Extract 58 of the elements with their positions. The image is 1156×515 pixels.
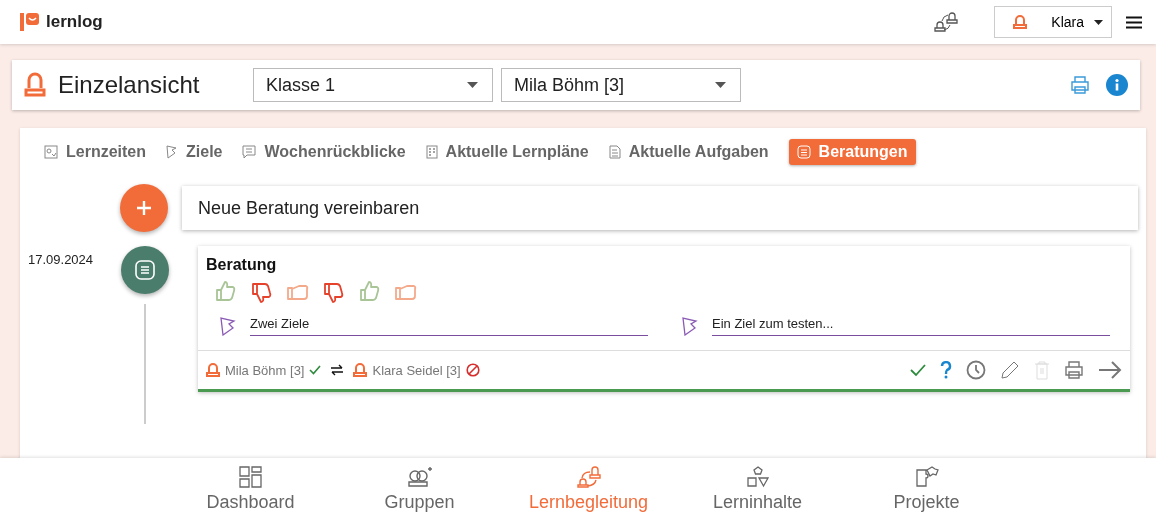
dropdown-field[interactable]: Klasse 1 [253, 68, 493, 102]
dropdown-field[interactable]: Mila Böhm [3] [501, 68, 741, 102]
new-consultation-field[interactable]: Neue Beratung vereinbaren [182, 186, 1138, 230]
swap-icon [330, 364, 345, 376]
print-icon[interactable] [1070, 76, 1090, 94]
plus-icon [136, 200, 152, 216]
tab[interactable]: Wochenrückblicke [242, 139, 416, 165]
group-icon[interactable] [406, 466, 433, 488]
dashboard-icon[interactable] [238, 466, 263, 488]
caret-icon [715, 82, 726, 88]
document-icon [796, 145, 811, 159]
mentoring-icon[interactable] [575, 466, 602, 488]
print-icon[interactable] [1064, 360, 1084, 380]
pencil-icon[interactable] [1000, 360, 1020, 380]
user-menu[interactable]: Klara [994, 6, 1112, 38]
tab[interactable]: Lernzeiten [44, 139, 156, 165]
nav-item[interactable]: Lerninhalte [712, 492, 803, 513]
view-title: Einzelansicht [58, 71, 201, 99]
document-icon [135, 260, 155, 280]
nav-item[interactable]: Gruppen [384, 492, 455, 513]
nav-item[interactable]: Lernbegleitung [528, 492, 649, 513]
check-icon[interactable] [910, 363, 926, 377]
caret-icon [467, 82, 478, 88]
participant-name: Klara Seidel [3] [372, 362, 461, 378]
add-button[interactable] [120, 184, 168, 232]
logo-icon [20, 12, 40, 32]
participant-name: Mila Böhm [3] [225, 362, 305, 378]
goal-text: Zwei Ziele [250, 316, 648, 336]
shapes-icon[interactable] [745, 466, 770, 488]
comment-icon [242, 145, 257, 159]
switch-user-icon[interactable] [934, 11, 958, 33]
card-title: Beratung [205, 255, 278, 275]
person-icon [24, 72, 46, 98]
nav-item[interactable]: Projekte [893, 492, 960, 513]
clock-icon[interactable] [966, 360, 986, 380]
flag-icon [220, 316, 236, 336]
goal-text: Ein Ziel zum testen... [712, 316, 1110, 336]
person-icon [1013, 14, 1027, 30]
app-name: lernlog [46, 12, 103, 32]
entry-date: 17.09.2024 [27, 251, 95, 267]
info-icon[interactable] [1106, 74, 1128, 96]
arrow-right-icon[interactable] [1098, 361, 1122, 379]
tab[interactable]: Aktuelle Aufgaben [608, 139, 779, 165]
tab[interactable]: Beratungen [788, 139, 916, 165]
person-icon [206, 362, 220, 378]
question-icon[interactable] [940, 361, 952, 379]
document-icon [608, 145, 621, 159]
person-icon [353, 362, 368, 378]
tab[interactable]: Aktuelle Lernpläne [425, 139, 599, 165]
document-icon [425, 145, 438, 159]
puzzle-icon[interactable] [914, 466, 939, 488]
flag-icon [166, 145, 178, 159]
nav-item[interactable]: Dashboard [206, 492, 295, 513]
tab[interactable]: Ziele [166, 139, 233, 165]
calendar-icon [44, 145, 58, 159]
caret-icon [1094, 19, 1103, 25]
flag-icon [682, 316, 698, 336]
menu-icon[interactable] [1126, 15, 1142, 29]
